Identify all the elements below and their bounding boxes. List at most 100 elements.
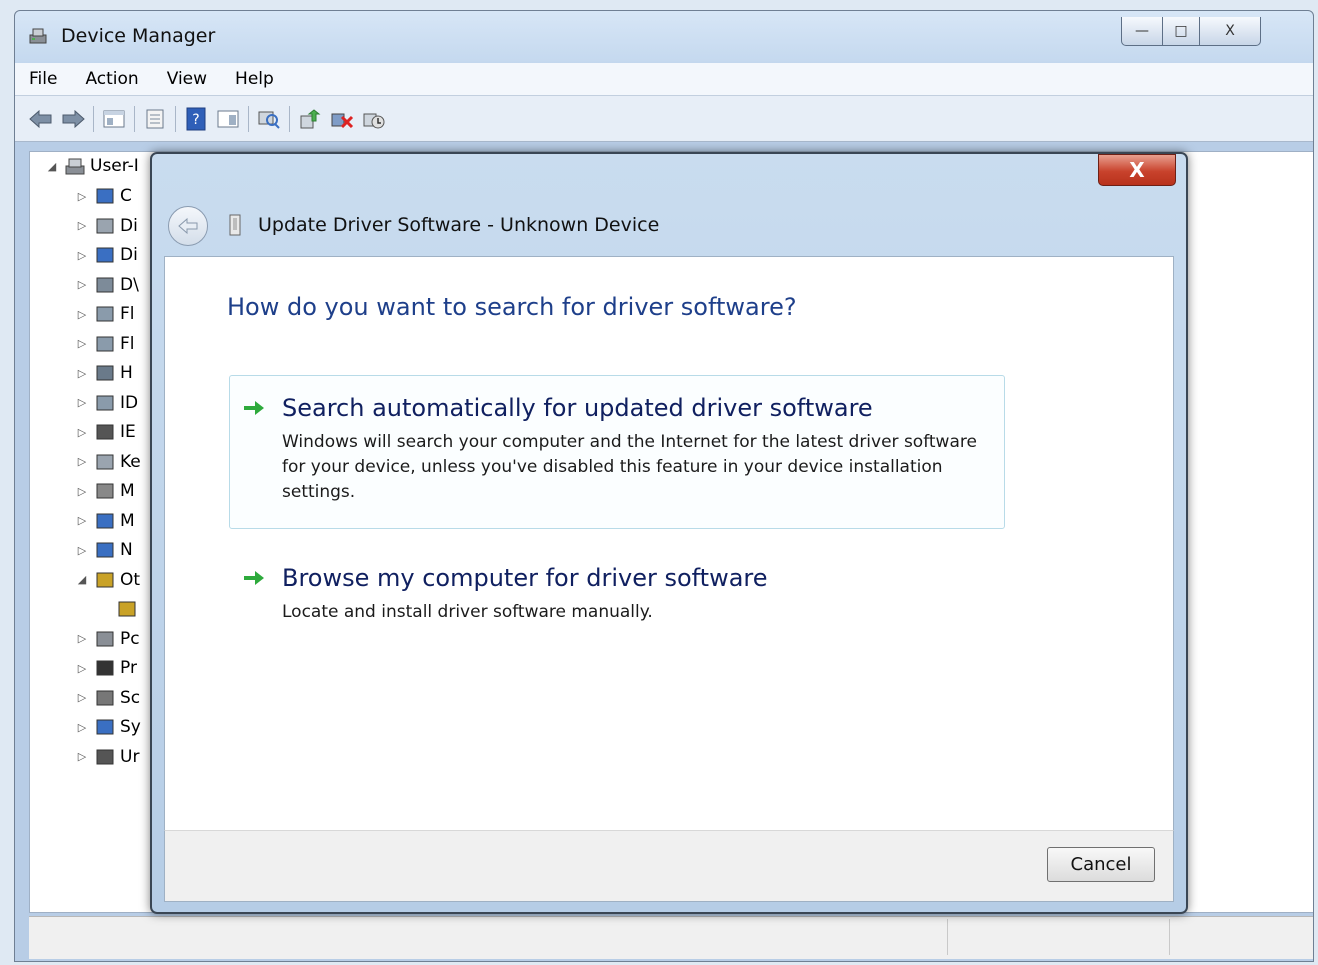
show-hide-tree-button[interactable] [100,105,128,133]
monitor-icon [96,513,114,528]
expand-triangle-icon[interactable]: ▷ [76,485,88,498]
expand-triangle-icon[interactable]: ▷ [76,750,88,763]
browse-computer-option[interactable]: Browse my computer for driver software L… [229,545,1005,627]
expand-triangle-icon[interactable]: ▷ [76,426,88,439]
expand-triangle-icon[interactable]: ▷ [76,308,88,321]
tree-item-label: Di [120,215,138,236]
dialog-close-button[interactable]: X [1098,154,1176,186]
tree-item[interactable]: ▷ Sc [76,684,140,712]
tree-item[interactable]: ▷ Di [76,241,138,269]
usb-controller-icon [96,749,114,764]
expand-triangle-icon[interactable]: ▷ [76,455,88,468]
help-button[interactable]: ? [182,105,210,133]
tree-item-label: N [120,540,133,560]
unknown-device-icon [229,214,241,236]
tree-item[interactable]: ▷ D\ [76,271,139,299]
toolbar-separator [289,105,290,132]
option-title: Browse my computer for driver software [282,564,768,592]
mouse-icon [96,483,114,499]
tree-item-label: Fl [120,333,135,354]
tree-item-label: Sc [120,687,141,708]
expand-triangle-icon[interactable]: ▷ [76,337,88,350]
tree-item[interactable]: ▷ Fl [76,300,135,328]
dialog-back-button[interactable] [168,206,208,246]
maximize-button[interactable]: □ [1162,17,1200,46]
tree-root[interactable]: ◢ User-I [46,152,139,180]
tree-item[interactable]: ▷ Fl [76,330,135,358]
expand-triangle-icon[interactable]: ▷ [76,632,88,645]
display-adapter-icon [96,247,114,263]
show-hide-tree-icon [103,110,125,127]
hid-icon [96,365,114,381]
back-icon [29,109,52,128]
collapse-triangle-icon[interactable]: ◢ [76,573,88,586]
menu-bar: File Action View Help [15,63,1313,96]
close-icon: X [1129,158,1145,182]
toolbar-separator [248,105,249,132]
tree-item[interactable]: ▷ C [76,182,132,210]
ide-controller-icon [96,395,114,410]
tree-item-label: ID [120,392,139,413]
tree-item[interactable]: ▷ Ke [76,448,141,476]
unknown-device-icon [118,601,136,617]
menu-file[interactable]: File [15,69,71,89]
expand-triangle-icon[interactable]: ▷ [76,396,88,409]
computer-icon [96,188,114,204]
tree-item[interactable]: ▷ Pr [76,654,137,682]
expand-triangle-icon[interactable]: ▷ [76,367,88,380]
update-driver-button[interactable] [296,105,324,133]
tree-item[interactable]: ▷ Pc [76,625,140,653]
disk-drive-icon [96,218,114,233]
tree-item[interactable] [110,595,142,623]
expand-triangle-icon[interactable]: ▷ [76,514,88,527]
expand-triangle-icon[interactable]: ▷ [76,219,88,232]
uninstall-icon [331,113,354,128]
tree-item[interactable]: ▷ M [76,477,135,505]
dialog-title: Update Driver Software - Unknown Device [258,214,660,236]
tree-item[interactable]: ▷ Ur [76,743,140,771]
dvd-drive-icon [96,277,114,292]
window-close-button[interactable]: X [1199,17,1261,46]
tree-item-label: D\ [120,274,139,295]
tree-item[interactable]: ▷ Di [76,212,138,240]
menu-help[interactable]: Help [221,69,288,89]
expand-triangle-icon[interactable]: ▷ [76,721,88,734]
properties-button[interactable] [141,105,169,133]
disable-button[interactable] [360,105,388,133]
tree-root-label: User-I [90,156,139,176]
option-title: Search automatically for updated driver … [282,394,873,422]
tree-item-label: Ke [120,451,141,472]
menu-view[interactable]: View [153,69,221,89]
tree-item-label: IE [120,422,136,442]
expand-triangle-icon[interactable]: ▷ [76,278,88,291]
maximize-icon: □ [1174,23,1188,39]
option-description: Windows will search your computer and th… [282,432,977,502]
cancel-button[interactable]: Cancel [1047,847,1155,882]
expand-triangle-icon[interactable]: ▷ [76,249,88,262]
minimize-button[interactable]: — [1121,17,1163,46]
update-driver-icon [300,108,321,128]
tree-item-label: Pr [120,658,137,678]
expand-triangle-icon[interactable]: ▷ [76,544,88,557]
expand-triangle-icon[interactable]: ▷ [76,190,88,203]
tree-item[interactable]: ▷ N [76,536,133,564]
search-automatically-option[interactable]: Search automatically for updated driver … [229,375,1005,529]
action-pane-button[interactable] [214,105,242,133]
back-button[interactable] [27,105,55,133]
scan-hardware-button[interactable] [255,105,283,133]
menu-action[interactable]: Action [71,69,152,89]
tree-item[interactable]: ▷ IE [76,418,136,446]
floppy-drive-icon [96,336,114,351]
other-devices-icon [96,572,114,587]
tree-item[interactable]: ▷ ID [76,389,138,417]
uninstall-button[interactable] [328,105,356,133]
tree-item[interactable]: ◢ Ot [76,566,140,594]
collapse-triangle-icon[interactable]: ◢ [46,160,58,173]
forward-button[interactable] [59,105,87,133]
expand-triangle-icon[interactable]: ▷ [76,691,88,704]
tree-item[interactable]: ▷ H [76,359,133,387]
tree-item[interactable]: ▷ M [76,507,135,535]
expand-triangle-icon[interactable]: ▷ [76,662,88,675]
forward-icon [62,109,85,128]
tree-item[interactable]: ▷ Sy [76,713,141,741]
